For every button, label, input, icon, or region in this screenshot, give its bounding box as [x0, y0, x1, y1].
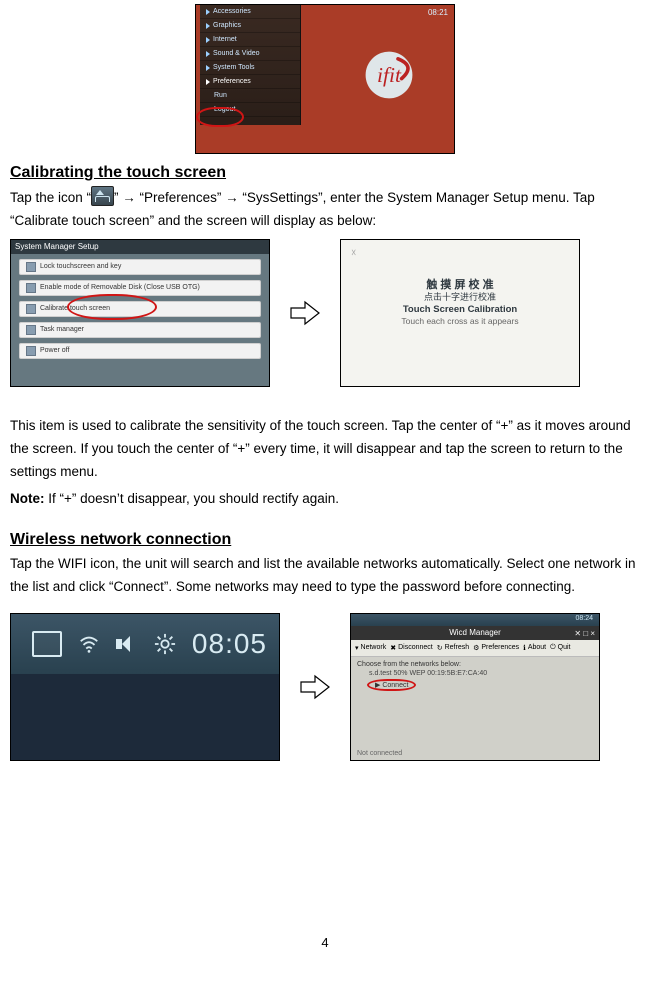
svg-text:ifit: ifit — [377, 63, 402, 87]
calibration-sub-en: Touch each cross as it appears — [341, 316, 579, 326]
list-item: Task manager — [19, 322, 261, 338]
status-time: 08:24 — [575, 615, 593, 622]
brand-logo: ifit — [344, 45, 434, 105]
paragraph-calibrate-note: Note: If “+” doesn’t disappear, you shou… — [10, 488, 640, 511]
wifi-icon — [78, 633, 100, 655]
menu-item: Preferences — [200, 75, 300, 89]
window-title: System Manager Setup — [11, 240, 269, 254]
brightness-icon — [154, 633, 176, 655]
window-title: Wicd Manager✕ □ × — [351, 626, 599, 640]
list-item: Power off — [19, 343, 261, 359]
screenshot-system-manager-setup: System Manager Setup Lock touchscreen an… — [10, 239, 270, 387]
screenshot-desktop-menu: 08:21 Accessories Graphics Internet Soun… — [195, 4, 455, 154]
toolbar-item: ▾Network — [355, 644, 386, 652]
paragraph-calibrate-intro: Tap the icon “” → “Preferences” → “SysSe… — [10, 186, 640, 233]
arrow-right-icon — [288, 296, 322, 330]
figure-row-calibrate: System Manager Setup Lock touchscreen an… — [10, 239, 640, 387]
heading-wireless: Wireless network connection — [10, 531, 640, 549]
figure-row-wifi: 08:05 08:24 Wicd Manager✕ □ × ▾Network ✖… — [10, 613, 640, 761]
highlight-oval — [67, 294, 157, 320]
arrow-right-icon — [298, 670, 332, 704]
note-label: Note: — [10, 491, 45, 506]
menu-item: Run — [200, 89, 300, 103]
list-item: Lock touchscreen and key — [19, 259, 261, 275]
prompt-text: Choose from the networks below: — [357, 661, 593, 668]
screenshot-wicd-manager: 08:24 Wicd Manager✕ □ × ▾Network ✖Discon… — [350, 613, 600, 761]
toolbar: ▾Network ✖Disconnect ↻Refresh ⚙Preferenc… — [351, 640, 599, 657]
menu-item: Internet — [200, 33, 300, 47]
network-entry: s.d.test 50% WEP 00:19:5B:E7:CA:40 — [369, 670, 593, 677]
toolbar-item: ↻Refresh — [437, 644, 469, 652]
paragraph-wireless: Tap the WIFI icon, the unit will search … — [10, 553, 640, 599]
app-drawer-icon — [32, 631, 62, 657]
heading-calibrating: Calibrating the touch screen — [10, 164, 640, 182]
toolbar-item: ℹAbout — [523, 644, 546, 652]
speaker-icon — [116, 633, 138, 655]
screenshot-status-bar: 08:05 — [10, 613, 280, 761]
clock-text: 08:05 — [192, 628, 267, 660]
list-item: Enable mode of Removable Disk (Close USB… — [19, 280, 261, 296]
calibration-sub-cn: 点击十字进行校准 — [341, 290, 579, 303]
menu-item: Sound & Video — [200, 47, 300, 61]
menu-item: System Tools — [200, 61, 300, 75]
paragraph-calibrate-detail: This item is used to calibrate the sensi… — [10, 415, 640, 484]
highlight-oval — [196, 107, 244, 127]
calibration-title-en: Touch Screen Calibration — [341, 304, 579, 315]
toolbar-item: ⏻Quit — [550, 644, 570, 652]
screenshot-touch-calibration: ☓ 触 摸 屏 校 准 点击十字进行校准 Touch Screen Calibr… — [340, 239, 580, 387]
page-number: 4 — [0, 935, 650, 950]
status-time: 08:21 — [428, 8, 448, 17]
calibration-cross-icon: ☓ — [351, 248, 356, 259]
toolbar-item: ⚙Preferences — [473, 644, 519, 652]
toolbar-item: ✖Disconnect — [390, 644, 433, 652]
desktop-launcher-icon — [91, 186, 114, 206]
menu-item: Accessories — [200, 5, 300, 19]
highlight-oval: ▶ Connect — [367, 679, 416, 691]
status-text: Not connected — [357, 750, 402, 757]
menu-item: Graphics — [200, 19, 300, 33]
close-icon: ✕ □ × — [574, 627, 595, 641]
